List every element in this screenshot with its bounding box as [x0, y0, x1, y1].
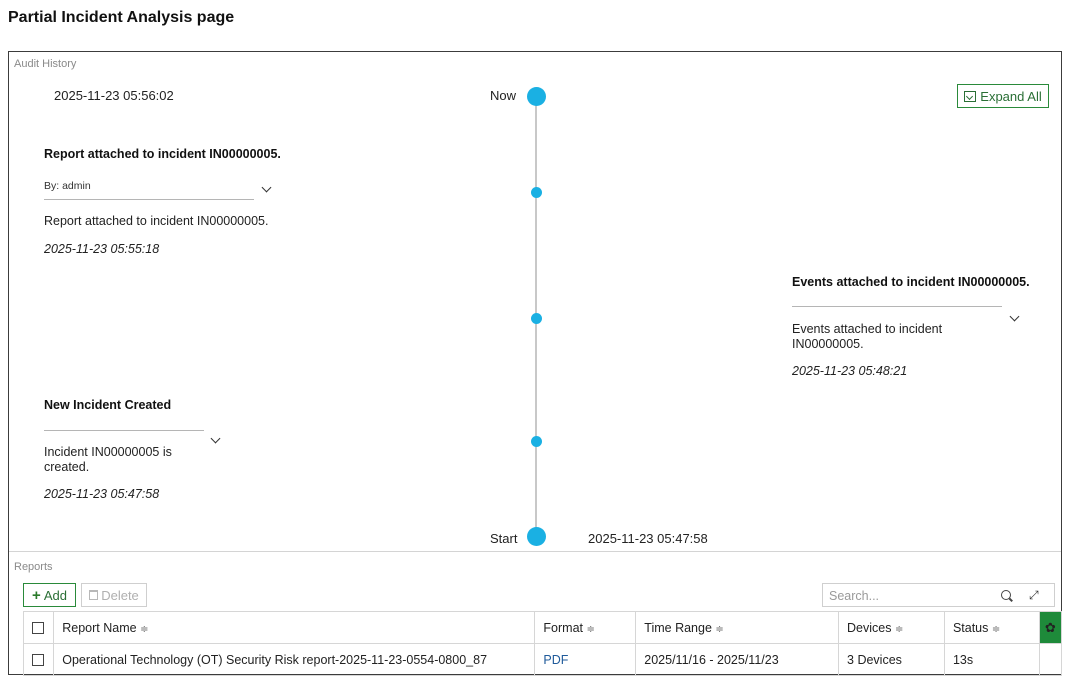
- timeline-dot[interactable]: [531, 313, 542, 324]
- page-title: Partial Incident Analysis page: [8, 9, 235, 26]
- row-checkbox[interactable]: [32, 654, 44, 667]
- sort-icon[interactable]: ≑: [992, 624, 1000, 635]
- sort-icon[interactable]: ≑: [587, 624, 595, 635]
- sort-icon[interactable]: ≑: [140, 624, 148, 635]
- column-header-devices[interactable]: Devices ≑: [838, 611, 945, 644]
- sort-icon[interactable]: ≑: [715, 624, 723, 635]
- search-icon[interactable]: [1001, 590, 1011, 600]
- entry-time: 2025-11-23 05:47:58: [44, 487, 160, 501]
- timeline-now-label: Now: [490, 88, 517, 103]
- entry-title: New Incident Created: [44, 398, 172, 412]
- entry-title: Report attached to incident IN00000005.: [44, 147, 281, 161]
- delete-button[interactable]: Delete: [81, 583, 147, 607]
- select-all-checkbox[interactable]: [32, 622, 44, 635]
- reports-label: Reports: [14, 561, 53, 573]
- entry-time: 2025-11-23 05:55:18: [44, 242, 160, 256]
- column-header-format[interactable]: Format ≑: [534, 611, 637, 644]
- select-all-cell: [22, 611, 55, 644]
- expand-all-icon: [964, 90, 977, 102]
- sort-icon[interactable]: ≑: [895, 624, 903, 635]
- entry-title: Events attached to incident IN00000005.: [792, 275, 1030, 289]
- status-cell: 13s: [943, 643, 1040, 676]
- report-name-cell: Operational Technology (OT) Security Ris…: [53, 643, 536, 676]
- entry-description-line: IN00000005.: [792, 337, 864, 351]
- delete-label: Delete: [101, 587, 139, 603]
- entry-description: Report attached to incident IN00000005.: [44, 214, 269, 228]
- column-header-report-name[interactable]: Report Name ≑: [53, 611, 536, 644]
- time-range-cell: 2025/11/16 - 2025/11/23: [635, 643, 840, 676]
- table-header-row: Report Name ≑ Format ≑ Time Range ≑ Devi…: [22, 611, 1063, 644]
- devices-cell: 3 Devices: [838, 643, 945, 676]
- add-label: Add: [43, 587, 67, 603]
- expand-all-label: Expand All: [980, 88, 1042, 104]
- timeline-now-dot: [527, 87, 546, 106]
- column-header-time-range[interactable]: Time Range ≑: [635, 611, 840, 644]
- plus-icon: +: [32, 586, 41, 604]
- reports-table: Report Name ≑ Format ≑ Time Range ≑ Devi…: [22, 611, 1063, 676]
- timeline-dot[interactable]: [531, 187, 542, 198]
- trash-icon: [89, 590, 99, 600]
- search-input[interactable]: [829, 587, 989, 604]
- entry-divider: [792, 306, 1002, 307]
- entry-time: 2025-11-23 05:48:21: [792, 364, 908, 378]
- entry-description: Incident IN00000005 is created.: [44, 445, 172, 475]
- timeline-start-label: Start: [490, 531, 518, 546]
- pdf-link[interactable]: PDF: [543, 653, 568, 667]
- column-header-status[interactable]: Status ≑: [943, 611, 1040, 644]
- audit-history-label: Audit History: [14, 58, 77, 70]
- entry-description-line: Incident IN00000005 is: [44, 445, 172, 459]
- add-button[interactable]: + Add: [23, 583, 76, 607]
- row-select-cell: [22, 643, 55, 676]
- entry-description-line: Events attached to incident: [792, 322, 943, 336]
- gear-icon[interactable]: ✿: [1038, 611, 1063, 644]
- search-box: ⤢: [822, 583, 1055, 607]
- entry-divider: [44, 199, 254, 200]
- settings-cell: [1038, 643, 1063, 676]
- expand-all-button[interactable]: Expand All: [957, 84, 1049, 108]
- timeline-start-time: 2025-11-23 05:47:58: [588, 531, 708, 546]
- format-cell: PDF: [534, 643, 637, 676]
- section-divider: [9, 551, 1061, 552]
- entry-divider: [44, 430, 204, 431]
- entry-description: Events attached to incident IN00000005.: [792, 322, 942, 352]
- timeline-dot[interactable]: [531, 436, 542, 447]
- expand-icon[interactable]: ⤢: [1029, 589, 1041, 601]
- entry-description-line: created.: [44, 460, 90, 474]
- entry-author: By: admin: [44, 180, 91, 192]
- timeline-start-dot: [527, 527, 546, 546]
- table-row[interactable]: Operational Technology (OT) Security Ris…: [22, 643, 1063, 676]
- timeline-now-time: 2025-11-23 05:56:02: [54, 88, 174, 103]
